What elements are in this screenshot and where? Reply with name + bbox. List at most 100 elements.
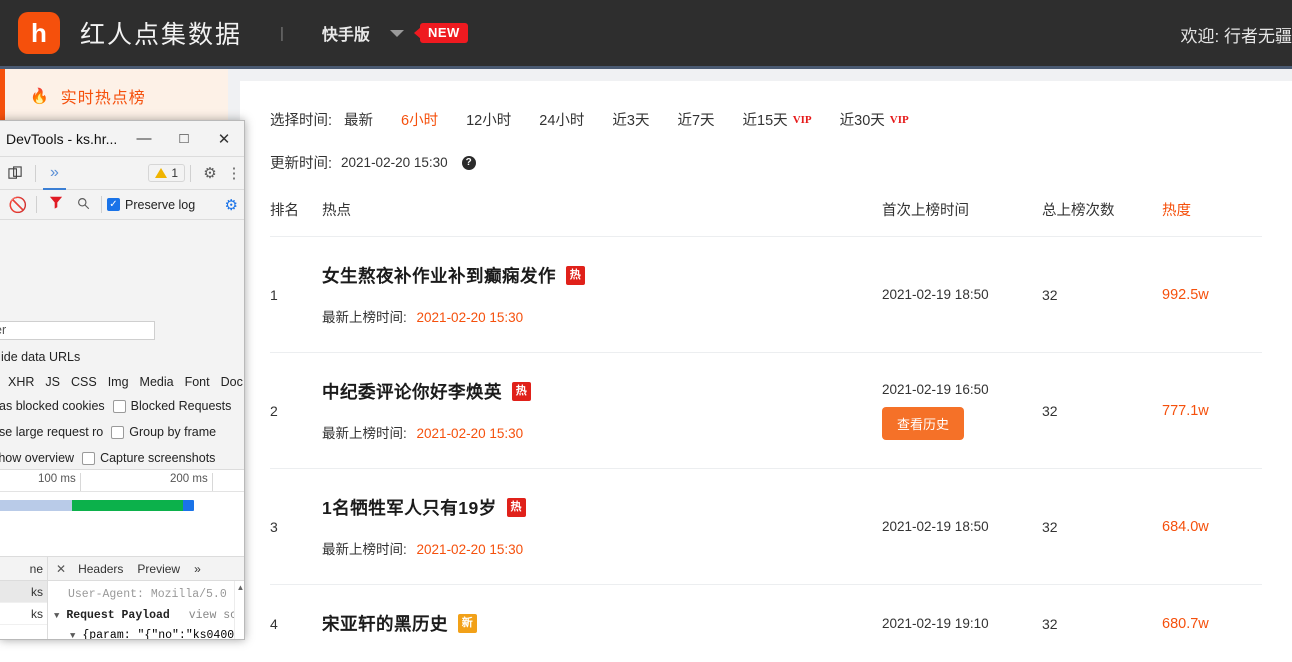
hide-data-urls-checkbox[interactable]: Hide data URLs <box>0 350 80 364</box>
latest-time-value: 2021-02-20 15:30 <box>417 426 524 441</box>
latest-time-row: 最新上榜时间: 2021-02-20 15:30 <box>322 538 882 558</box>
time-filter-bar: 选择时间: 最新 6小时 12小时 24小时 近3天 近7天 近15天 VIP … <box>270 109 1262 130</box>
topic-title-wrap[interactable]: 女生熬夜补作业补到癫痫发作 热 <box>322 263 882 288</box>
type-filter-font[interactable]: Font <box>185 375 210 389</box>
divider <box>35 165 36 182</box>
network-overview-timeline[interactable]: 100 ms 200 ms <box>0 469 245 557</box>
filter-option-3d[interactable]: 近3天 <box>612 109 649 130</box>
content-card: 选择时间: 最新 6小时 12小时 24小时 近3天 近7天 近15天 VIP … <box>240 81 1292 640</box>
gear-icon[interactable]: ⚙ <box>196 164 224 182</box>
payload-object-preview: {param: "{"no":"ks0400" <box>82 629 241 640</box>
filter-icon[interactable] <box>42 195 70 214</box>
app-header: h 红人点集数据 | 快手版 NEW 欢迎: 行者无疆 <box>0 0 1292 66</box>
topic-title-wrap[interactable]: 宋亚轩的黑历史 新 <box>322 611 882 636</box>
topic-title-wrap[interactable]: 中纪委评论你好李焕英 热 <box>322 379 882 404</box>
request-list-item[interactable]: ks <box>0 603 47 625</box>
payload-object-line[interactable]: ▼ {param: "{"no":"ks0400" <box>70 626 245 640</box>
has-blocked-cookies-label[interactable]: Has blocked cookies <box>0 399 105 413</box>
collapse-triangle-icon[interactable]: ▼ <box>70 631 75 640</box>
table-row[interactable]: 3 1名牺牲军人只有19岁 热 最新上榜时间: 2021-02-20 15:30 <box>270 469 1262 585</box>
more-detail-tabs-icon[interactable]: » <box>188 562 207 576</box>
sidebar-item-realtime-hot[interactable]: 🔥 实时热点榜 <box>0 69 228 123</box>
filter-option-latest[interactable]: 最新 <box>344 109 373 130</box>
collapse-triangle-icon[interactable]: ▼ <box>54 611 59 621</box>
latest-time-value: 2021-02-20 15:30 <box>417 310 524 325</box>
time-filter-label: 选择时间: <box>270 109 332 130</box>
type-filter-img[interactable]: Img <box>108 375 129 389</box>
dock-icon[interactable] <box>0 166 30 181</box>
show-overview-label[interactable]: Show overview <box>0 451 74 465</box>
help-icon[interactable]: ? <box>462 156 476 170</box>
filter-option-30d[interactable]: 近30天 VIP <box>840 109 909 130</box>
preserve-log-label: Preserve log <box>125 198 195 212</box>
vip-icon: VIP <box>793 114 812 126</box>
network-settings-gear-icon[interactable]: ⚙ <box>225 196 238 214</box>
close-button[interactable]: ✕ <box>204 122 244 156</box>
column-header-heat: 热度 <box>1162 199 1262 237</box>
blocked-requests-checkbox[interactable]: Blocked Requests <box>113 399 232 413</box>
devtools-window[interactable]: DevTools - ks.hr... — □ ✕ » 1 ⚙ ⋮ 🚫 <box>0 120 245 640</box>
capture-screenshots-checkbox[interactable]: Capture screenshots <box>82 451 215 465</box>
request-payload-section[interactable]: ▼ Request Payload view sc <box>54 606 245 627</box>
new-badge: 新 <box>458 614 477 633</box>
vip-icon: VIP <box>890 114 909 126</box>
detail-vertical-scrollbar[interactable]: ▲ ▼ <box>234 581 245 640</box>
warning-indicator[interactable]: 1 <box>148 164 185 182</box>
blocked-requests-label: Blocked Requests <box>131 399 232 413</box>
new-badge: NEW <box>420 23 468 43</box>
sidebar-item-label: 实时热点榜 <box>61 84 146 108</box>
request-list: ne ks ks 3 reques <box>0 557 48 640</box>
topic-title-wrap[interactable]: 1名牺牲军人只有19岁 热 <box>322 495 882 520</box>
app-logo[interactable]: h <box>18 12 60 54</box>
fire-icon: 🔥 <box>30 87 49 105</box>
view-history-button[interactable]: 查看历史 <box>882 407 964 440</box>
tab-headers[interactable]: Headers <box>72 562 129 576</box>
type-filter-js[interactable]: JS <box>45 375 60 389</box>
request-list-item[interactable]: ks <box>0 581 47 603</box>
use-large-request-rows-label[interactable]: Use large request ro <box>0 425 103 439</box>
more-tabs-button[interactable]: » <box>41 157 68 190</box>
devtools-window-title: DevTools - ks.hr... <box>6 131 124 147</box>
warning-triangle-icon <box>155 168 167 178</box>
filter-option-7d[interactable]: 近7天 <box>677 109 714 130</box>
type-filter-doc[interactable]: Doc <box>221 375 243 389</box>
maximize-button[interactable]: □ <box>164 122 204 156</box>
group-by-frame-checkbox[interactable]: Group by frame <box>111 425 216 439</box>
row-first-time-cell: 2021-02-19 18:50 <box>882 469 1042 585</box>
table-row[interactable]: 4 宋亚轩的黑历史 新 2021-02-19 19:10 32 680.7w <box>270 585 1262 662</box>
search-icon[interactable] <box>70 197 96 213</box>
update-time-label: 更新时间: <box>270 152 332 173</box>
table-row[interactable]: 1 女生熬夜补作业补到癫痫发作 热 最新上榜时间: 2021-02-20 15:… <box>270 237 1262 353</box>
overview-filter-row: Show overview Capture screenshots <box>0 451 215 465</box>
preserve-log-checkbox[interactable]: ✓ Preserve log <box>107 198 195 212</box>
network-filter-input[interactable]: er <box>0 321 155 340</box>
filter-option-12h[interactable]: 12小时 <box>466 109 511 130</box>
header-divider: | <box>280 25 284 42</box>
type-filter-xhr[interactable]: XHR <box>8 375 34 389</box>
close-detail-icon[interactable]: ✕ <box>52 562 70 576</box>
capture-screenshots-label: Capture screenshots <box>100 451 215 465</box>
filter-option-6h[interactable]: 6小时 <box>401 109 438 130</box>
row-first-time-cell: 2021-02-19 19:10 <box>882 585 1042 662</box>
filter-option-24h[interactable]: 24小时 <box>539 109 584 130</box>
table-body: 1 女生熬夜补作业补到癫痫发作 热 最新上榜时间: 2021-02-20 15:… <box>270 237 1262 662</box>
latest-time-label: 最新上榜时间: <box>322 542 407 557</box>
waterfall-bar <box>0 500 194 511</box>
filter-option-15d[interactable]: 近15天 VIP <box>743 109 812 130</box>
chevron-down-icon[interactable] <box>390 30 404 37</box>
type-filter-media[interactable]: Media <box>140 375 174 389</box>
scroll-up-arrow-icon[interactable]: ▲ <box>236 583 245 592</box>
divider <box>101 196 102 213</box>
row-rank: 4 <box>270 585 322 662</box>
platform-selector-label[interactable]: 快手版 <box>322 21 370 45</box>
update-time-row: 更新时间: 2021-02-20 15:30 ? <box>270 152 1262 173</box>
payload-faded-line: User-Agent: Mozilla/5.0 <box>68 585 245 606</box>
timeline-scale: 100 ms 200 ms <box>0 470 245 492</box>
minimize-button[interactable]: — <box>124 122 164 156</box>
tab-preview[interactable]: Preview <box>131 562 186 576</box>
kebab-icon[interactable]: ⋮ <box>224 164 244 182</box>
table-row[interactable]: 2 中纪委评论你好李焕英 热 最新上榜时间: 2021-02-20 15:30 <box>270 353 1262 469</box>
view-source-link[interactable]: view sc <box>189 609 237 622</box>
type-filter-css[interactable]: CSS <box>71 375 97 389</box>
clear-icon[interactable]: 🚫 <box>5 196 31 214</box>
